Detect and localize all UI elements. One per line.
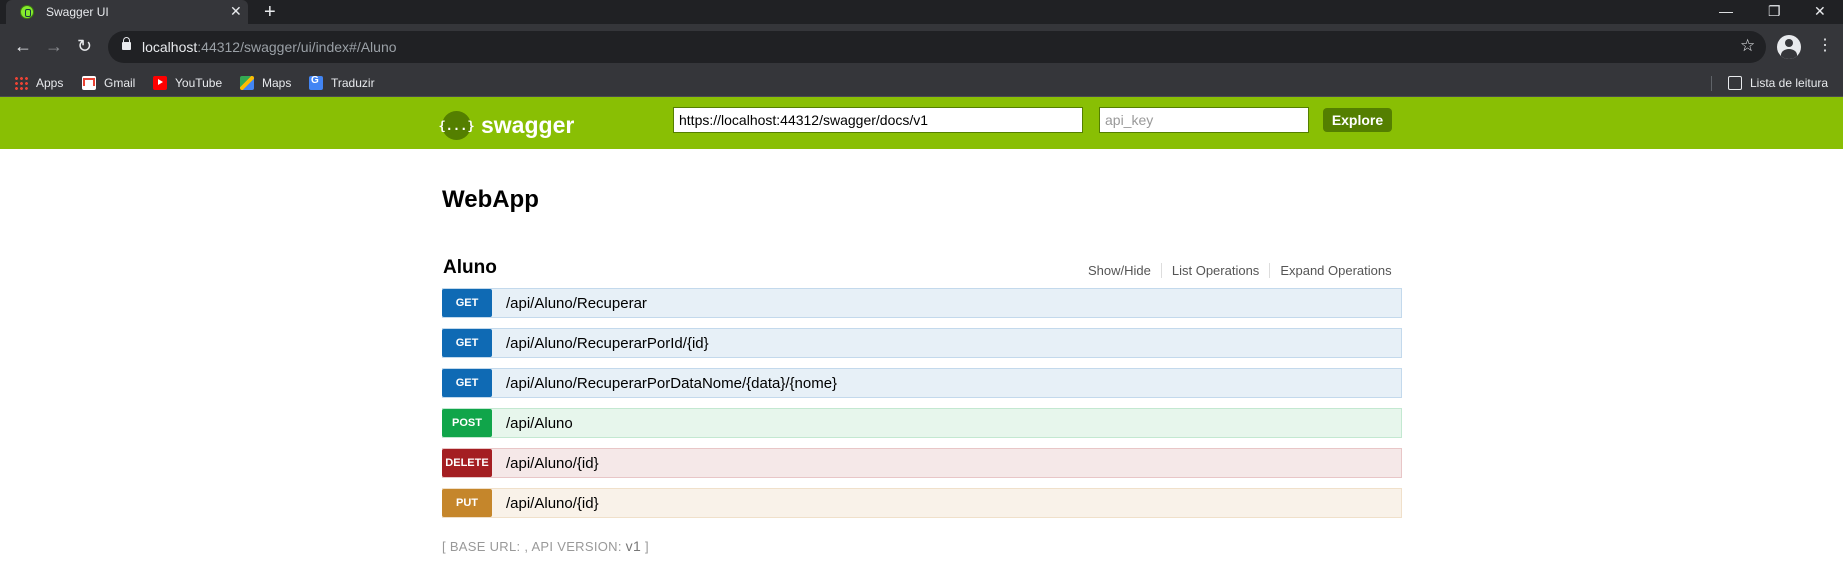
address-url[interactable]: localhost:44312/swagger/ui/index#/Aluno <box>142 39 397 55</box>
operation-row[interactable]: DELETE /api/Aluno/{id} <box>442 448 1402 478</box>
operation-row[interactable]: GET /api/Aluno/RecuperarPorDataNome/{dat… <box>442 368 1402 398</box>
resource-actions: Show/Hide List Operations Expand Operati… <box>1078 263 1392 278</box>
resource-title-aluno[interactable]: Aluno <box>443 257 497 279</box>
forward-arrow-icon[interactable]: → <box>45 36 63 56</box>
operation-row[interactable]: PUT /api/Aluno/{id} <box>442 488 1402 518</box>
gmail-icon <box>82 76 96 90</box>
youtube-icon <box>153 76 167 90</box>
method-badge-post[interactable]: POST <box>442 409 492 437</box>
translate-icon <box>309 75 323 90</box>
new-tab-button[interactable]: + <box>264 1 276 23</box>
swagger-logo-text: swagger <box>481 112 575 138</box>
reading-list-button[interactable]: Lista de leitura <box>1728 74 1828 92</box>
tab-close-icon[interactable]: ✕ <box>230 3 242 19</box>
swagger-logo-icon: {...} <box>438 111 475 140</box>
method-badge-get[interactable]: GET <box>442 289 492 317</box>
api-version: v1 <box>625 538 642 554</box>
operation-row[interactable]: GET /api/Aluno/Recuperar <box>442 288 1402 318</box>
method-badge-put[interactable]: PUT <box>442 489 492 517</box>
bookmarks-bar: Apps Gmail YouTube Maps Traduzir Lista d… <box>0 70 1843 97</box>
tab-title: Swagger UI <box>46 5 109 19</box>
bookmark-youtube[interactable]: YouTube <box>153 74 222 92</box>
window-restore-button[interactable]: ❐ <box>1768 2 1781 20</box>
method-badge-delete[interactable]: DELETE <box>442 449 492 477</box>
window-close-button[interactable]: ✕ <box>1814 2 1826 20</box>
swagger-logo[interactable]: {...} swagger <box>438 111 575 140</box>
back-arrow-icon[interactable]: ← <box>14 36 32 56</box>
apps-grid-icon <box>14 76 28 90</box>
browser-toolbar: ← → ↻ localhost:44312/swagger/ui/index#/… <box>0 24 1843 70</box>
browser-tab[interactable]: Swagger UI ✕ <box>6 0 248 24</box>
explore-button[interactable]: Explore <box>1323 108 1392 132</box>
operation-path[interactable]: /api/Aluno/Recuperar <box>506 295 647 312</box>
bookmark-apps[interactable]: Apps <box>14 74 63 92</box>
profile-avatar-icon[interactable] <box>1777 35 1801 59</box>
bookmark-gmail[interactable]: Gmail <box>82 74 135 92</box>
browser-tab-strip: Swagger UI ✕ + — ❐ ✕ <box>0 0 1843 24</box>
method-badge-get[interactable]: GET <box>442 369 492 397</box>
operation-path[interactable]: /api/Aluno/RecuperarPorDataNome/{data}/{… <box>506 375 837 392</box>
lock-icon[interactable] <box>122 37 131 50</box>
address-bar[interactable]: localhost:44312/swagger/ui/index#/Aluno … <box>108 31 1766 63</box>
maps-icon <box>240 76 254 90</box>
api-url-input[interactable] <box>673 107 1083 133</box>
swagger-favicon-icon <box>20 5 34 19</box>
operation-path[interactable]: /api/Aluno <box>506 415 573 432</box>
operation-path[interactable]: /api/Aluno/{id} <box>506 455 599 472</box>
method-badge-get[interactable]: GET <box>442 329 492 357</box>
reading-list-icon <box>1728 76 1742 90</box>
swagger-header: {...} swagger Explore <box>0 97 1843 149</box>
page-title: WebApp <box>442 186 539 213</box>
api-key-input[interactable] <box>1099 107 1309 133</box>
operation-row[interactable]: GET /api/Aluno/RecuperarPorId/{id} <box>442 328 1402 358</box>
bookmark-star-icon[interactable]: ☆ <box>1740 36 1755 56</box>
expand-operations-link[interactable]: Expand Operations <box>1270 263 1391 278</box>
api-info-footer: [ BASE URL: , API VERSION: v1 ] <box>442 538 649 554</box>
list-operations-link[interactable]: List Operations <box>1162 263 1271 278</box>
bookmark-traduzir[interactable]: Traduzir <box>309 74 375 92</box>
operation-row[interactable]: POST /api/Aluno <box>442 408 1402 438</box>
operation-path[interactable]: /api/Aluno/{id} <box>506 495 599 512</box>
window-minimize-button[interactable]: — <box>1719 2 1733 20</box>
browser-menu-icon[interactable]: ⋮ <box>1817 36 1833 56</box>
show-hide-link[interactable]: Show/Hide <box>1078 263 1162 278</box>
reload-icon[interactable]: ↻ <box>77 36 92 56</box>
bookmark-maps[interactable]: Maps <box>240 74 291 92</box>
operation-path[interactable]: /api/Aluno/RecuperarPorId/{id} <box>506 335 709 352</box>
operations-list: GET /api/Aluno/Recuperar GET /api/Aluno/… <box>442 288 1402 528</box>
bookmarks-divider <box>1711 76 1712 91</box>
